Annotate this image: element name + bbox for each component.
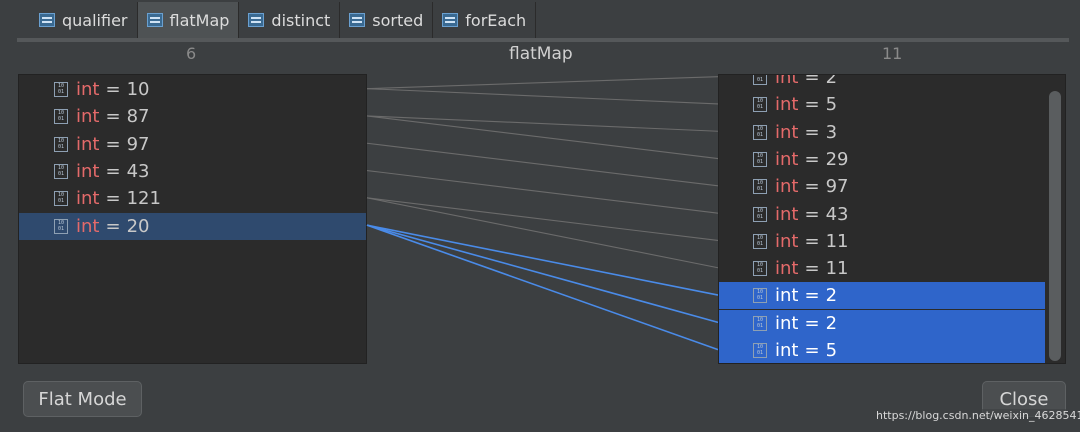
- value-number: 5: [825, 94, 838, 116]
- binary-value-icon: 10 01: [753, 206, 767, 222]
- value-type: int: [775, 121, 799, 143]
- equals-sign: =: [804, 285, 820, 307]
- value-number: 2: [825, 312, 838, 334]
- list-item[interactable]: 10 01 int = 2: [719, 309, 1045, 337]
- connection-line: [366, 115, 719, 132]
- connection-line: [366, 142, 719, 187]
- connection-line-highlighted: [366, 224, 719, 324]
- list-item[interactable]: 10 01 int = 5: [719, 91, 1045, 118]
- binary-value-icon: 10 01: [753, 151, 767, 167]
- value-number: 2: [825, 285, 838, 307]
- connection-line-highlighted: [366, 224, 719, 351]
- connection-line: [366, 76, 719, 90]
- equals-sign: =: [804, 94, 820, 116]
- equals-sign: =: [804, 230, 820, 252]
- value-type: int: [775, 340, 799, 361]
- value-number: 11: [825, 230, 849, 252]
- list-item[interactable]: 10 01 int = 5: [719, 337, 1045, 363]
- binary-value-icon: 10 01: [753, 75, 767, 85]
- equals-sign: =: [804, 258, 820, 280]
- binary-value-icon: 10 01: [753, 233, 767, 249]
- binary-value-icon: 10 01: [753, 288, 767, 304]
- value-type: int: [775, 312, 799, 334]
- equals-sign: =: [804, 121, 820, 143]
- equals-sign: =: [804, 74, 820, 88]
- equals-sign: =: [804, 203, 820, 225]
- value-number: 5: [825, 340, 838, 361]
- scrollbar-thumb[interactable]: [1049, 91, 1061, 361]
- binary-value-icon: 10 01: [753, 179, 767, 195]
- list-item[interactable]: 10 01 int = 2: [719, 74, 1045, 91]
- value-number: 3: [825, 121, 838, 143]
- value-number: 2: [825, 74, 838, 88]
- list-item[interactable]: 10 01 int = 29: [719, 146, 1045, 173]
- value-type: int: [775, 74, 799, 88]
- value-type: int: [775, 230, 799, 252]
- binary-value-icon: 10 01: [753, 315, 767, 331]
- binary-value-icon: 10 01: [753, 97, 767, 113]
- connection-line: [366, 88, 719, 105]
- value-type: int: [775, 148, 799, 170]
- equals-sign: =: [804, 340, 820, 361]
- list-item[interactable]: 10 01 int = 11: [719, 255, 1045, 282]
- binary-value-icon: 10 01: [753, 343, 767, 358]
- value-type: int: [775, 285, 799, 307]
- list-item[interactable]: 10 01 int = 2: [719, 282, 1045, 310]
- connection-line: [366, 197, 719, 241]
- list-item[interactable]: 10 01 int = 43: [719, 201, 1045, 228]
- watermark-text: https://blog.csdn.net/weixin_46285416: [876, 409, 1080, 422]
- value-number: 97: [825, 176, 849, 198]
- list-item[interactable]: 10 01 int = 11: [719, 228, 1045, 255]
- list-item[interactable]: 10 01 int = 3: [719, 119, 1045, 146]
- value-type: int: [775, 176, 799, 198]
- value-number: 43: [825, 203, 849, 225]
- connection-line: [366, 197, 719, 269]
- binary-value-icon: 10 01: [753, 124, 767, 140]
- value-number: 29: [825, 148, 849, 170]
- connection-line: [366, 115, 719, 160]
- value-type: int: [775, 258, 799, 280]
- binary-value-icon: 10 01: [753, 261, 767, 277]
- value-number: 11: [825, 258, 849, 280]
- list-item[interactable]: 10 01 int = 97: [719, 173, 1045, 200]
- equals-sign: =: [804, 312, 820, 334]
- value-type: int: [775, 203, 799, 225]
- output-scrollbar[interactable]: [1049, 91, 1061, 361]
- equals-sign: =: [804, 176, 820, 198]
- equals-sign: =: [804, 148, 820, 170]
- connection-line-highlighted: [366, 224, 719, 296]
- output-values-list[interactable]: 10 01 int = 2 10 01 int = 5 10 01 int = 3 10 01 int = 29 10 0…: [718, 74, 1066, 364]
- value-type: int: [775, 94, 799, 116]
- connection-line: [366, 170, 719, 214]
- flat-mode-button[interactable]: Flat Mode: [23, 381, 142, 417]
